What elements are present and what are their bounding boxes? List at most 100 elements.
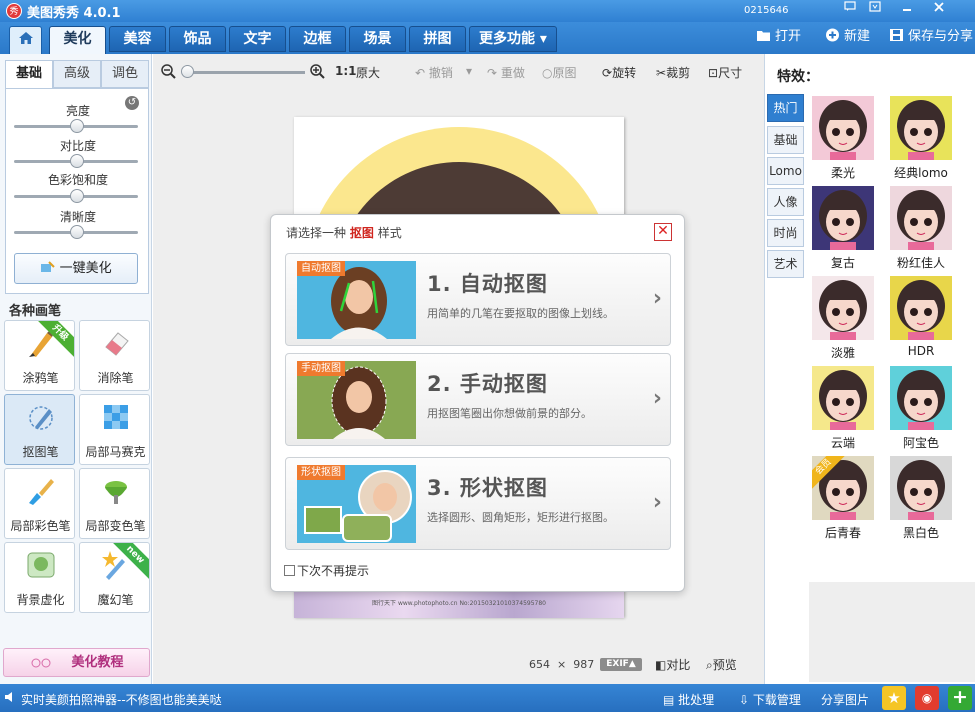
- effect-item[interactable]: 阿宝色: [890, 366, 952, 450]
- zoom-knob[interactable]: [181, 65, 194, 78]
- status-promo-text[interactable]: 实时美颜拍照神器--不修图也能美美哒: [21, 691, 222, 708]
- new-button[interactable]: 新建: [825, 28, 870, 46]
- minimize-icon[interactable]: [896, 0, 918, 18]
- add-plus-icon[interactable]: +: [948, 686, 972, 710]
- open-button[interactable]: 打开: [756, 28, 801, 46]
- subtab-basic[interactable]: 基础: [5, 60, 53, 88]
- effect-label: 黑白色: [902, 526, 939, 540]
- cutout-style-dialog: 请选择一种 抠图 样式 ✕ 自动抠图 1. 自动抠图 用简单的几笔在要抠取的图像…: [270, 214, 685, 592]
- dialog-title-post: 样式: [377, 226, 402, 240]
- share-image-button[interactable]: 分享图片: [821, 691, 869, 708]
- category-basic[interactable]: 基础: [767, 126, 804, 154]
- category-art[interactable]: 艺术: [767, 250, 804, 278]
- rotate-button[interactable]: ⟳旋转: [602, 64, 636, 81]
- brightness-slider[interactable]: [14, 119, 138, 133]
- cutout-brush-button[interactable]: 抠图笔: [4, 394, 75, 465]
- message-icon[interactable]: [839, 0, 861, 18]
- local-color-brush-button[interactable]: 局部彩色笔: [4, 468, 75, 539]
- skin-menu-icon[interactable]: [864, 0, 886, 18]
- tab-collage[interactable]: 拼图: [409, 26, 466, 52]
- effects-header: 特效：: [777, 69, 819, 85]
- effect-item[interactable]: 淡雅: [812, 276, 874, 360]
- category-portrait[interactable]: 人像: [767, 188, 804, 216]
- category-lomo[interactable]: Lomo: [767, 157, 804, 185]
- effect-item[interactable]: 经典lomo: [890, 96, 952, 180]
- zoom-in-icon[interactable]: [310, 64, 325, 82]
- category-fashion[interactable]: 时尚: [767, 219, 804, 247]
- tab-beautify[interactable]: 美化: [49, 26, 106, 54]
- main-nav: 美化 美容 饰品 文字 边框 场景 拼图 更多功能 ▾ 打开 新建 保存与分享: [0, 22, 975, 54]
- effect-item[interactable]: HDR: [890, 276, 952, 358]
- auto-cutout-option[interactable]: 自动抠图 1. 自动抠图 用简单的几笔在要抠取的图像上划线。 ›: [285, 253, 671, 346]
- effect-label: 复古: [830, 256, 855, 270]
- effect-item[interactable]: 会员 后青春: [812, 456, 874, 540]
- brightness-knob[interactable]: [70, 119, 84, 133]
- saturation-slider[interactable]: [14, 189, 138, 203]
- home-tab[interactable]: [9, 26, 42, 54]
- manual-cutout-option[interactable]: 手动抠图 2. 手动抠图 用抠图笔圈出你想做前景的部分。 ›: [285, 353, 671, 446]
- dialog-close-icon[interactable]: ✕: [654, 223, 672, 241]
- original-image-button[interactable]: ○原图: [542, 64, 577, 81]
- eraser-brush-button[interactable]: 消除笔: [79, 320, 150, 391]
- zoom-slider[interactable]: [181, 65, 305, 78]
- beautify-tutorial-button[interactable]: 美化教程: [3, 648, 150, 677]
- feet-icon: [31, 658, 51, 668]
- undo-dropdown-icon[interactable]: ▾: [466, 64, 472, 78]
- category-hot[interactable]: 热门: [767, 94, 804, 122]
- save-share-button[interactable]: 保存与分享: [889, 28, 973, 46]
- batch-process-button[interactable]: ▤ 批处理: [663, 691, 714, 708]
- doodle-brush-button[interactable]: 升级 涂鸦笔: [4, 320, 75, 391]
- local-mosaic-label: 局部马赛克: [85, 445, 146, 459]
- close-window-icon[interactable]: [928, 0, 950, 18]
- redo-button[interactable]: ↷ 重做: [487, 64, 525, 81]
- sharpness-slider[interactable]: [14, 225, 138, 239]
- contrast-slider[interactable]: [14, 154, 138, 168]
- subtab-advanced[interactable]: 高级: [53, 60, 101, 88]
- effect-label: 经典lomo: [894, 166, 948, 180]
- image-height: 987: [573, 658, 595, 671]
- exif-button[interactable]: EXIF▲: [600, 658, 642, 671]
- batch-label: 批处理: [678, 693, 715, 707]
- shape-cutout-option[interactable]: 形状抠图 3. 形状抠图 选择圆形、圆角矩形，矩形进行抠图。 ›: [285, 457, 671, 550]
- ratio-label[interactable]: 1:1: [335, 64, 357, 78]
- effect-item[interactable]: 粉红佳人: [890, 186, 952, 270]
- user-id[interactable]: 0215646: [744, 5, 789, 16]
- background-blur-button[interactable]: 背景虚化: [4, 542, 75, 613]
- dont-show-again-checkbox[interactable]: 下次不再提示: [284, 562, 369, 579]
- effect-item[interactable]: 黑白色: [890, 456, 952, 540]
- compare-button[interactable]: ◧对比: [655, 656, 690, 673]
- local-mosaic-button[interactable]: 局部马赛克: [79, 394, 150, 465]
- sharpness-knob[interactable]: [70, 225, 84, 239]
- weibo-icon[interactable]: ◉: [915, 686, 939, 710]
- preview-button[interactable]: ⌕预览: [706, 656, 737, 673]
- download-manager-button[interactable]: ⇩ 下载管理: [739, 691, 801, 708]
- crop-button[interactable]: ✂裁剪: [656, 64, 690, 81]
- paint-brush-icon: [29, 479, 54, 505]
- tab-more-features[interactable]: 更多功能 ▾: [469, 26, 557, 52]
- effect-item[interactable]: 柔光: [812, 96, 874, 180]
- tab-frames[interactable]: 边框: [289, 26, 346, 52]
- redo-icon: ↷: [487, 66, 501, 80]
- original-size-button[interactable]: 原大: [356, 64, 380, 81]
- magic-brush-button[interactable]: new 魔幻笔: [79, 542, 150, 613]
- crop-label: 裁剪: [666, 66, 691, 80]
- zoom-out-icon[interactable]: [161, 64, 176, 82]
- checkbox-box[interactable]: [284, 565, 295, 576]
- local-recolor-brush-button[interactable]: 局部变色笔: [79, 468, 150, 539]
- contrast-knob[interactable]: [70, 154, 84, 168]
- one-key-beautify-button[interactable]: 一键美化: [14, 253, 138, 284]
- star-icon[interactable]: ★: [882, 686, 906, 710]
- effect-item[interactable]: 复古: [812, 186, 874, 270]
- resize-button[interactable]: ⊡尺寸: [708, 64, 742, 81]
- tab-text[interactable]: 文字: [229, 26, 286, 52]
- subtab-color[interactable]: 调色: [101, 60, 149, 88]
- dialog-title-pre: 请选择一种: [286, 226, 347, 240]
- tab-accessories[interactable]: 饰品: [169, 26, 226, 52]
- tab-beauty[interactable]: 美容: [109, 26, 166, 52]
- resize-icon: ⊡: [708, 66, 719, 80]
- tab-scenes[interactable]: 场景: [349, 26, 406, 52]
- effect-item[interactable]: 云端: [812, 366, 874, 450]
- auto-cutout-tag: 自动抠图: [297, 261, 345, 276]
- undo-button[interactable]: ↶ 撤销: [415, 64, 453, 81]
- saturation-knob[interactable]: [70, 189, 84, 203]
